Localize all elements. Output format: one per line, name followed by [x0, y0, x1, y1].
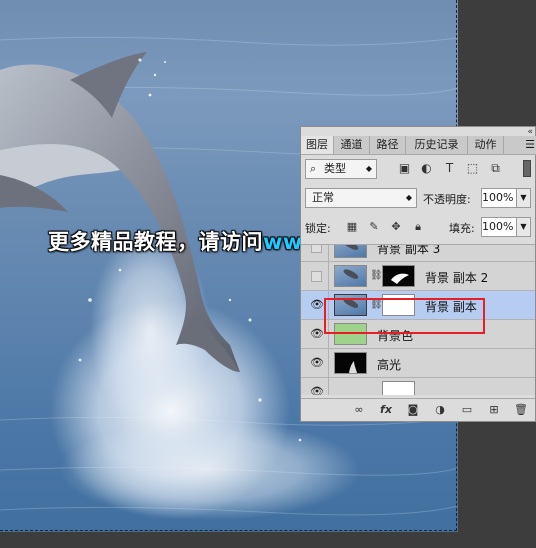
chain-link-icon[interactable]: ⛓ [370, 299, 383, 311]
highlight-shape-icon [349, 361, 357, 373]
adjustment-filter-icon[interactable]: ◐ [419, 161, 434, 176]
fill-dropdown-button[interactable]: ▼ [517, 217, 531, 237]
smart-object-filter-icon[interactable]: ⧉ [488, 161, 503, 176]
lock-label: 锁定: [305, 222, 331, 235]
layer-row-background-copy[interactable]: 👁︎ ⛓ 背景 副本 [301, 291, 535, 320]
shape-filter-icon[interactable]: ⬚ [465, 161, 480, 176]
filter-toggle-switch[interactable] [523, 160, 531, 177]
type-filter-icon[interactable]: T [442, 161, 457, 176]
blend-row: 正常 ◆ 不透明度: 100% ▼ [305, 188, 533, 210]
filter-kind-select[interactable]: ⌕ 类型 ◆ [305, 159, 377, 179]
layer-thumbnail [334, 265, 367, 287]
layer-row-background-color[interactable]: 👁︎ 背景色 [301, 320, 535, 349]
layer-row-background-copy-3[interactable]: 背景 副本 3 [301, 245, 535, 262]
layer-name[interactable]: 背景色 [377, 327, 413, 344]
opacity-field[interactable]: 100% [481, 188, 517, 208]
workspace-background [458, 0, 536, 126]
mask-shape-icon [391, 273, 409, 284]
eye-icon[interactable]: 👁︎ [310, 299, 324, 311]
layers-panel: « 图层 通道 路径 历史记录 动作 ☰ ⌕ 类型 ◆ ▣ ◐ T ⬚ ⧉ 正常… [300, 126, 536, 422]
tab-channels[interactable]: 通道 [334, 136, 370, 154]
layer-name[interactable]: 背景 副本 2 [425, 269, 488, 286]
lock-brush-icon[interactable]: ✎ [367, 220, 381, 234]
layer-filter-row: ⌕ 类型 ◆ ▣ ◐ T ⬚ ⧉ [305, 159, 533, 181]
layer-name[interactable]: 背景 副本 [425, 298, 477, 315]
layer-thumbnail [334, 352, 367, 374]
search-icon: ⌕ [310, 162, 317, 175]
fx-icon[interactable]: fx [378, 403, 394, 417]
opacity-label: 不透明度: [423, 193, 471, 206]
lock-all-icon[interactable]: 🔒︎ [411, 220, 425, 234]
opacity-dropdown-button[interactable]: ▼ [517, 188, 531, 208]
eye-icon[interactable]: 👁︎ [310, 357, 324, 369]
new-group-icon[interactable]: ▭ [459, 403, 475, 417]
layers-footer: ∞ fx ◙ ◑ ▭ ⊞ 🗑︎ [301, 398, 535, 421]
layer-row-partial[interactable]: 👁︎ [301, 378, 535, 395]
adjustment-layer-icon[interactable]: ◑ [432, 403, 448, 417]
chevron-updown-icon: ◆ [405, 193, 412, 202]
lock-row: 锁定: ▦ ✎ ✥ 🔒︎ 填充: 100% ▼ [305, 217, 533, 239]
trash-icon[interactable]: 🗑︎ [513, 403, 529, 417]
blend-mode-select[interactable]: 正常 ◆ [305, 188, 417, 208]
layer-thumbnail [334, 323, 367, 345]
layer-mask-thumbnail[interactable] [382, 294, 415, 316]
blend-mode-value: 正常 [312, 191, 334, 204]
link-layers-icon[interactable]: ∞ [351, 403, 367, 417]
layer-thumbnail [382, 381, 415, 395]
visibility-off-toggle[interactable] [311, 271, 322, 282]
layers-list: 背景 副本 3 ⛓ 背景 副本 2 👁︎ ⛓ 背景 副本 👁︎ 背景色 👁︎ 高… [301, 244, 535, 395]
menu-lines-icon[interactable]: ☰ [525, 138, 535, 152]
panel-tabs: 图层 通道 路径 历史记录 动作 ☰ [301, 136, 536, 155]
layer-thumbnail [334, 294, 367, 316]
watermark-chinese: 更多精品教程，请访问 [48, 230, 263, 254]
layer-name[interactable]: 背景 副本 3 [377, 245, 440, 257]
visibility-off-toggle[interactable] [311, 245, 322, 253]
layer-thumbnail [334, 245, 367, 258]
fill-field[interactable]: 100% [481, 217, 517, 237]
lock-move-icon[interactable]: ✥ [389, 220, 403, 234]
tab-actions[interactable]: 动作 [468, 136, 504, 154]
chevron-updown-icon: ◆ [365, 164, 372, 173]
new-layer-icon[interactable]: ⊞ [486, 403, 502, 417]
lock-transparent-icon[interactable]: ▦ [345, 220, 359, 234]
fill-label: 填充: [449, 222, 475, 235]
layer-mask-thumbnail[interactable] [382, 265, 415, 287]
tab-layers[interactable]: 图层 [301, 136, 334, 154]
tab-paths[interactable]: 路径 [370, 136, 406, 154]
workspace-bottom [0, 532, 536, 548]
layer-row-background-copy-2[interactable]: ⛓ 背景 副本 2 [301, 262, 535, 291]
tab-history[interactable]: 历史记录 [406, 136, 468, 154]
add-mask-icon[interactable]: ◙ [405, 403, 421, 417]
chain-link-icon[interactable]: ⛓ [370, 270, 383, 282]
eye-icon[interactable]: 👁︎ [310, 386, 324, 396]
eye-icon[interactable]: 👁︎ [310, 328, 324, 340]
layer-row-highlight[interactable]: 👁︎ 高光 [301, 349, 535, 378]
layer-name[interactable]: 高光 [377, 356, 401, 373]
filter-kind-value: 类型 [324, 162, 346, 175]
workspace-background-lower [458, 422, 536, 532]
pixel-filter-icon[interactable]: ▣ [397, 161, 412, 176]
